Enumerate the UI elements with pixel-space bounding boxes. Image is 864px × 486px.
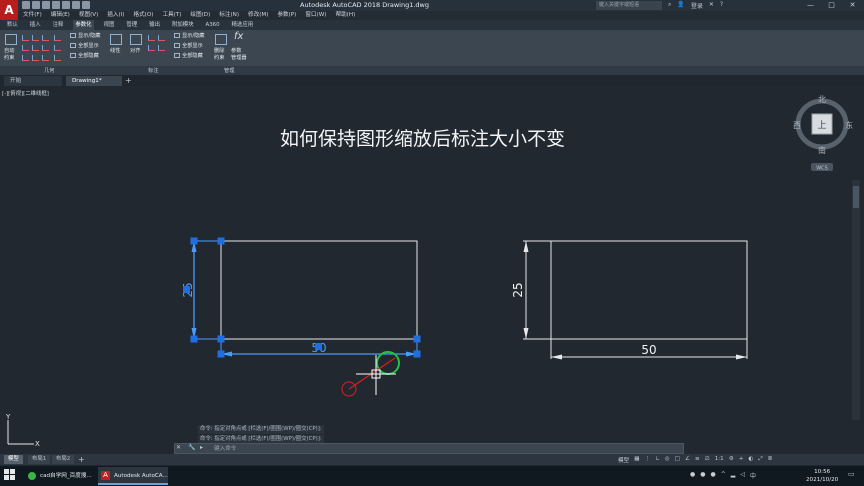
- compass-south[interactable]: 南: [818, 145, 826, 155]
- tray-app-icon[interactable]: ●: [690, 471, 695, 480]
- command-history-line: 命令: 指定对角点或 [栏选(F)/圈围(WP)/圈交(CP)]:: [198, 425, 324, 434]
- left-rectangle[interactable]: [220, 240, 418, 340]
- add-layout-icon[interactable]: +: [78, 455, 85, 464]
- taskbar-autocad[interactable]: A Autodesk AutoCA...: [98, 467, 168, 485]
- clock-date: 2021/10/20: [806, 477, 839, 483]
- browser-icon: [28, 472, 36, 480]
- customization-icon[interactable]: ≣: [768, 456, 773, 464]
- snap-icon[interactable]: ⋮: [645, 456, 651, 464]
- right-width-dim-text[interactable]: 50: [641, 343, 656, 357]
- grip[interactable]: [217, 335, 225, 343]
- volume-icon[interactable]: ◁: [740, 471, 745, 480]
- osnap-icon[interactable]: □: [675, 456, 680, 464]
- grip[interactable]: [190, 335, 198, 343]
- autocad-icon: A: [101, 471, 110, 480]
- tray-app-icon[interactable]: ●: [700, 471, 705, 480]
- compass-east[interactable]: 东: [845, 120, 853, 130]
- taskbar-clock[interactable]: 10:56 2021/10/20: [806, 468, 838, 484]
- grip[interactable]: [190, 237, 198, 245]
- right-height-dim-text[interactable]: 25: [511, 282, 525, 297]
- model-space-button[interactable]: 模型: [618, 456, 629, 464]
- lineweight-icon[interactable]: ≡: [695, 456, 700, 464]
- ucs-y-label: Y: [5, 413, 11, 421]
- command-input[interactable]: 键入命令: [214, 444, 236, 452]
- tab-layout2[interactable]: 布局2: [52, 455, 75, 464]
- close-icon[interactable]: ✕: [176, 444, 185, 451]
- right-dim-arrow: [523, 328, 529, 339]
- network-icon[interactable]: ▂: [731, 471, 736, 480]
- taskbar-browser-label: cad自学网_百度搜...: [40, 473, 92, 479]
- grid-icon[interactable]: ▦: [634, 456, 639, 464]
- taskbar-browser[interactable]: cad自学网_百度搜...: [24, 467, 98, 485]
- isolate-icon[interactable]: ◐: [748, 456, 753, 464]
- workspace-gear-icon[interactable]: ⚙: [729, 456, 734, 464]
- right-rectangle[interactable]: [550, 240, 748, 340]
- customize-icon[interactable]: 🔧: [188, 444, 195, 451]
- status-toolbar: 模型 ▦ ⋮ ∟ ◎ □ ∠ ≡ ⚖ 1:1 ⚙ + ◐ ⤢ ≣: [618, 456, 772, 464]
- taskbar-autocad-label: Autodesk AutoCA...: [114, 473, 168, 479]
- system-tray: ● ● ● ^ ▂ ◁ 中: [690, 471, 756, 480]
- vertical-scrollbar[interactable]: [852, 180, 860, 420]
- right-dim-arrow: [736, 354, 747, 360]
- annotation-scale-icon[interactable]: ⚖: [705, 456, 710, 464]
- grip[interactable]: [413, 350, 421, 358]
- notification-icon[interactable]: ▭: [848, 470, 855, 478]
- fullscreen-icon[interactable]: ⤢: [758, 456, 762, 464]
- grip[interactable]: [413, 335, 421, 343]
- ucs-x-label: X: [35, 440, 40, 448]
- tab-model[interactable]: 模型: [4, 455, 23, 464]
- ortho-icon[interactable]: ∟: [655, 456, 660, 464]
- recent-commands-icon[interactable]: ▸: [200, 444, 203, 451]
- viewcube[interactable]: 上 北 南 东 西 WCS: [793, 95, 853, 172]
- polar-icon[interactable]: ◎: [665, 456, 670, 464]
- command-history: 命令: 指定对角点或 [栏选(F)/圈围(WP)/圈交(CP)]: 命令: 指定…: [198, 425, 324, 445]
- compass-west[interactable]: 西: [793, 121, 801, 130]
- clock-time: 10:56: [814, 469, 831, 475]
- grip[interactable]: [217, 350, 225, 358]
- ime-icon[interactable]: 中: [750, 471, 756, 480]
- compass-north[interactable]: 北: [818, 95, 826, 104]
- right-dim-arrow: [551, 354, 562, 360]
- tray-overflow-icon[interactable]: ^: [721, 471, 726, 480]
- wcs-label: WCS: [816, 166, 828, 172]
- grip[interactable]: [315, 343, 322, 350]
- grip[interactable]: [217, 237, 225, 245]
- windows-start-icon[interactable]: [4, 469, 16, 481]
- scrollbar-thumb[interactable]: [853, 186, 859, 208]
- tab-layout1[interactable]: 布局1: [28, 455, 51, 464]
- grip[interactable]: [183, 286, 190, 293]
- tray-app-icon[interactable]: ●: [711, 471, 716, 480]
- command-line[interactable]: [174, 443, 684, 454]
- right-dim-arrow: [523, 241, 529, 252]
- viewcube-top-label: 上: [817, 120, 826, 131]
- otrack-icon[interactable]: ∠: [685, 456, 690, 464]
- drawing-canvas[interactable]: 50 25 50 25 Y X 上 北 南 东 西: [0, 0, 864, 486]
- annotation-scale-value[interactable]: 1:1: [715, 456, 724, 464]
- plus-icon[interactable]: +: [739, 456, 744, 464]
